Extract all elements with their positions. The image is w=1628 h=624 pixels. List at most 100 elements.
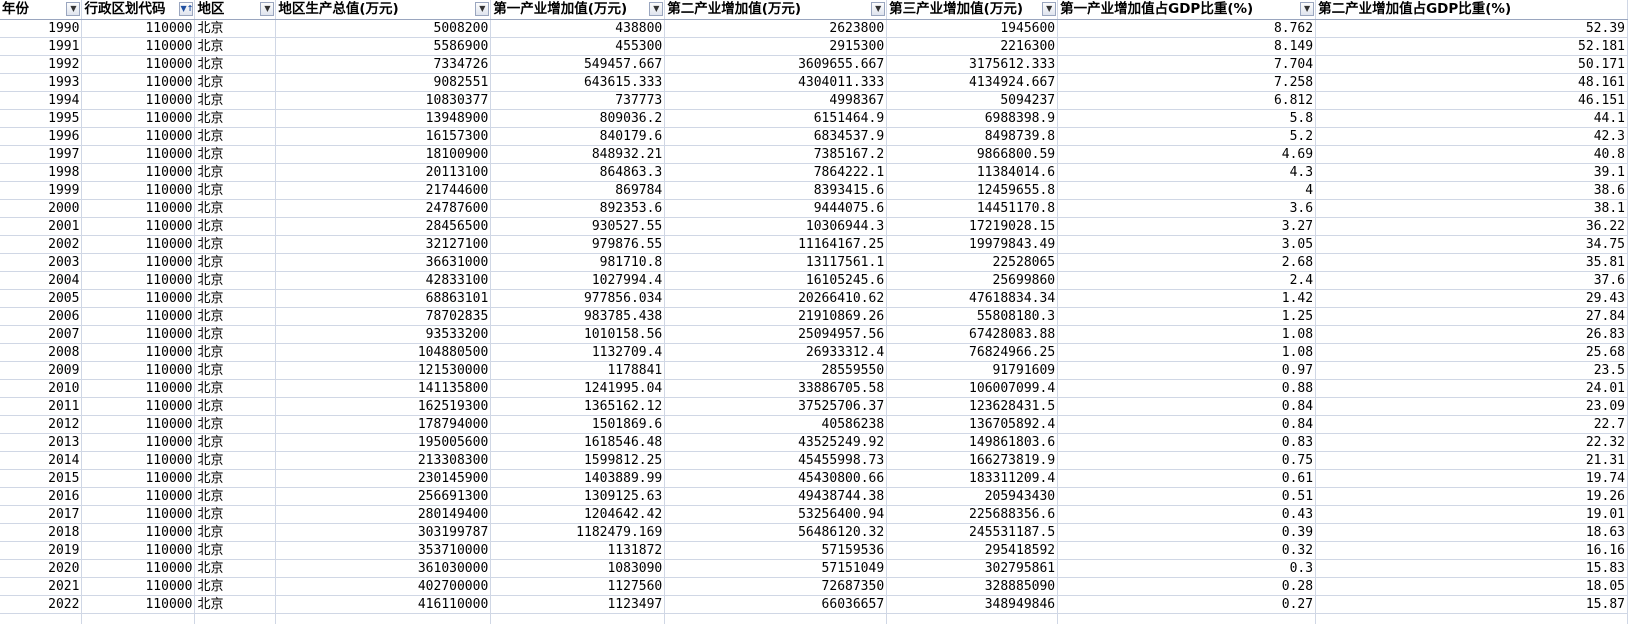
primary-cell[interactable]: 1204642.42	[491, 506, 665, 524]
secondary-cell[interactable]: 13117561.1	[665, 254, 887, 272]
primary-share-cell[interactable]: 3.05	[1058, 236, 1316, 254]
secondary-cell[interactable]: 57159536	[665, 542, 887, 560]
gdp-cell[interactable]: 256691300	[276, 488, 491, 506]
secondary-cell[interactable]: 3609655.667	[665, 56, 887, 74]
tertiary-cell[interactable]: 106007099.4	[887, 380, 1058, 398]
primary-share-cell[interactable]: 0.27	[1058, 596, 1316, 614]
tertiary-cell[interactable]: 55808180.3	[887, 308, 1058, 326]
table-row[interactable]: 2020110000北京3610300001083090571510493027…	[0, 560, 1628, 578]
gdp-cell[interactable]: 402700000	[276, 578, 491, 596]
secondary-share-cell[interactable]: 19.26	[1316, 488, 1628, 506]
primary-share-cell[interactable]: 4	[1058, 182, 1316, 200]
primary-share-cell[interactable]: 0.84	[1058, 398, 1316, 416]
filter-dropdown-icon[interactable]: ▼	[260, 2, 274, 16]
gdp-cell[interactable]: 13948900	[276, 110, 491, 128]
region-cell[interactable]: 北京	[195, 416, 276, 434]
secondary-share-cell[interactable]: 37.6	[1316, 272, 1628, 290]
secondary-share-cell[interactable]: 19.01	[1316, 506, 1628, 524]
region-cell[interactable]: 北京	[195, 146, 276, 164]
table-row[interactable]: 1998110000北京20113100864863.37864222.1113…	[0, 164, 1628, 182]
region-cell[interactable]: 北京	[195, 56, 276, 74]
primary-share-cell[interactable]: 4.69	[1058, 146, 1316, 164]
primary-cell[interactable]: 869784	[491, 182, 665, 200]
year-cell[interactable]: 2019	[0, 542, 82, 560]
primary-share-cell[interactable]: 0.28	[1058, 578, 1316, 596]
primary-cell[interactable]: 1365162.12	[491, 398, 665, 416]
year-cell[interactable]: 1992	[0, 56, 82, 74]
year-cell[interactable]: 2018	[0, 524, 82, 542]
tertiary-cell[interactable]: 91791609	[887, 362, 1058, 380]
region-cell[interactable]: 北京	[195, 308, 276, 326]
empty-cell[interactable]	[1058, 614, 1316, 624]
gdp-cell[interactable]: 5586900	[276, 38, 491, 56]
region-cell[interactable]: 北京	[195, 74, 276, 92]
secondary-share-cell[interactable]: 39.1	[1316, 164, 1628, 182]
secondary-cell[interactable]: 57151049	[665, 560, 887, 578]
admin-code-cell[interactable]: 110000	[82, 470, 195, 488]
primary-cell[interactable]: 1403889.99	[491, 470, 665, 488]
year-cell[interactable]: 2016	[0, 488, 82, 506]
admin-code-cell[interactable]: 110000	[82, 200, 195, 218]
admin-code-cell[interactable]: 110000	[82, 146, 195, 164]
secondary-share-cell[interactable]: 24.01	[1316, 380, 1628, 398]
gdp-cell[interactable]: 78702835	[276, 308, 491, 326]
gdp-cell[interactable]: 353710000	[276, 542, 491, 560]
primary-cell[interactable]: 1010158.56	[491, 326, 665, 344]
secondary-cell[interactable]: 7864222.1	[665, 164, 887, 182]
table-row[interactable]: 1999110000北京217446008697848393415.612459…	[0, 182, 1628, 200]
primary-cell[interactable]: 930527.55	[491, 218, 665, 236]
header-region[interactable]: 地区▼	[195, 0, 276, 20]
region-cell[interactable]: 北京	[195, 272, 276, 290]
tertiary-cell[interactable]: 47618834.34	[887, 290, 1058, 308]
region-cell[interactable]: 北京	[195, 542, 276, 560]
secondary-cell[interactable]: 28559550	[665, 362, 887, 380]
table-row[interactable]: 1991110000北京5586900455300291530022163008…	[0, 38, 1628, 56]
secondary-share-cell[interactable]: 44.1	[1316, 110, 1628, 128]
admin-code-cell[interactable]: 110000	[82, 164, 195, 182]
primary-share-cell[interactable]: 6.812	[1058, 92, 1316, 110]
primary-share-cell[interactable]: 2.4	[1058, 272, 1316, 290]
table-row[interactable]: 1997110000北京18100900848932.217385167.298…	[0, 146, 1628, 164]
region-cell[interactable]: 北京	[195, 92, 276, 110]
empty-cell[interactable]	[491, 614, 665, 624]
secondary-share-cell[interactable]: 52.181	[1316, 38, 1628, 56]
table-row[interactable]: 2000110000北京24787600892353.69444075.6144…	[0, 200, 1628, 218]
gdp-cell[interactable]: 28456500	[276, 218, 491, 236]
header-year[interactable]: 年份▼	[0, 0, 82, 20]
year-cell[interactable]: 1991	[0, 38, 82, 56]
secondary-share-cell[interactable]: 50.171	[1316, 56, 1628, 74]
admin-code-cell[interactable]: 110000	[82, 524, 195, 542]
region-cell[interactable]: 北京	[195, 560, 276, 578]
gdp-cell[interactable]: 20113100	[276, 164, 491, 182]
table-row[interactable]: 1994110000北京1083037773777349983675094237…	[0, 92, 1628, 110]
primary-cell[interactable]: 455300	[491, 38, 665, 56]
tertiary-cell[interactable]: 14451170.8	[887, 200, 1058, 218]
tertiary-cell[interactable]: 166273819.9	[887, 452, 1058, 470]
admin-code-cell[interactable]: 110000	[82, 110, 195, 128]
table-row[interactable]: 2003110000北京36631000981710.813117561.122…	[0, 254, 1628, 272]
gdp-cell[interactable]: 361030000	[276, 560, 491, 578]
gdp-cell[interactable]: 280149400	[276, 506, 491, 524]
empty-cell[interactable]	[0, 614, 82, 624]
gdp-cell[interactable]: 178794000	[276, 416, 491, 434]
year-cell[interactable]: 2013	[0, 434, 82, 452]
table-row[interactable]: 2007110000北京935332001010158.5625094957.5…	[0, 326, 1628, 344]
year-cell[interactable]: 1997	[0, 146, 82, 164]
tertiary-cell[interactable]: 123628431.5	[887, 398, 1058, 416]
table-row[interactable]: 2001110000北京28456500930527.5510306944.31…	[0, 218, 1628, 236]
secondary-cell[interactable]: 56486120.32	[665, 524, 887, 542]
admin-code-cell[interactable]: 110000	[82, 128, 195, 146]
secondary-share-cell[interactable]: 38.1	[1316, 200, 1628, 218]
admin-code-cell[interactable]: 110000	[82, 596, 195, 614]
secondary-cell[interactable]: 10306944.3	[665, 218, 887, 236]
admin-code-cell[interactable]: 110000	[82, 362, 195, 380]
secondary-cell[interactable]: 49438744.38	[665, 488, 887, 506]
primary-cell[interactable]: 1599812.25	[491, 452, 665, 470]
secondary-share-cell[interactable]: 46.151	[1316, 92, 1628, 110]
primary-share-cell[interactable]: 0.32	[1058, 542, 1316, 560]
tertiary-cell[interactable]: 67428083.88	[887, 326, 1058, 344]
table-row[interactable]	[0, 614, 1628, 624]
year-cell[interactable]: 2005	[0, 290, 82, 308]
primary-cell[interactable]: 981710.8	[491, 254, 665, 272]
gdp-cell[interactable]: 10830377	[276, 92, 491, 110]
